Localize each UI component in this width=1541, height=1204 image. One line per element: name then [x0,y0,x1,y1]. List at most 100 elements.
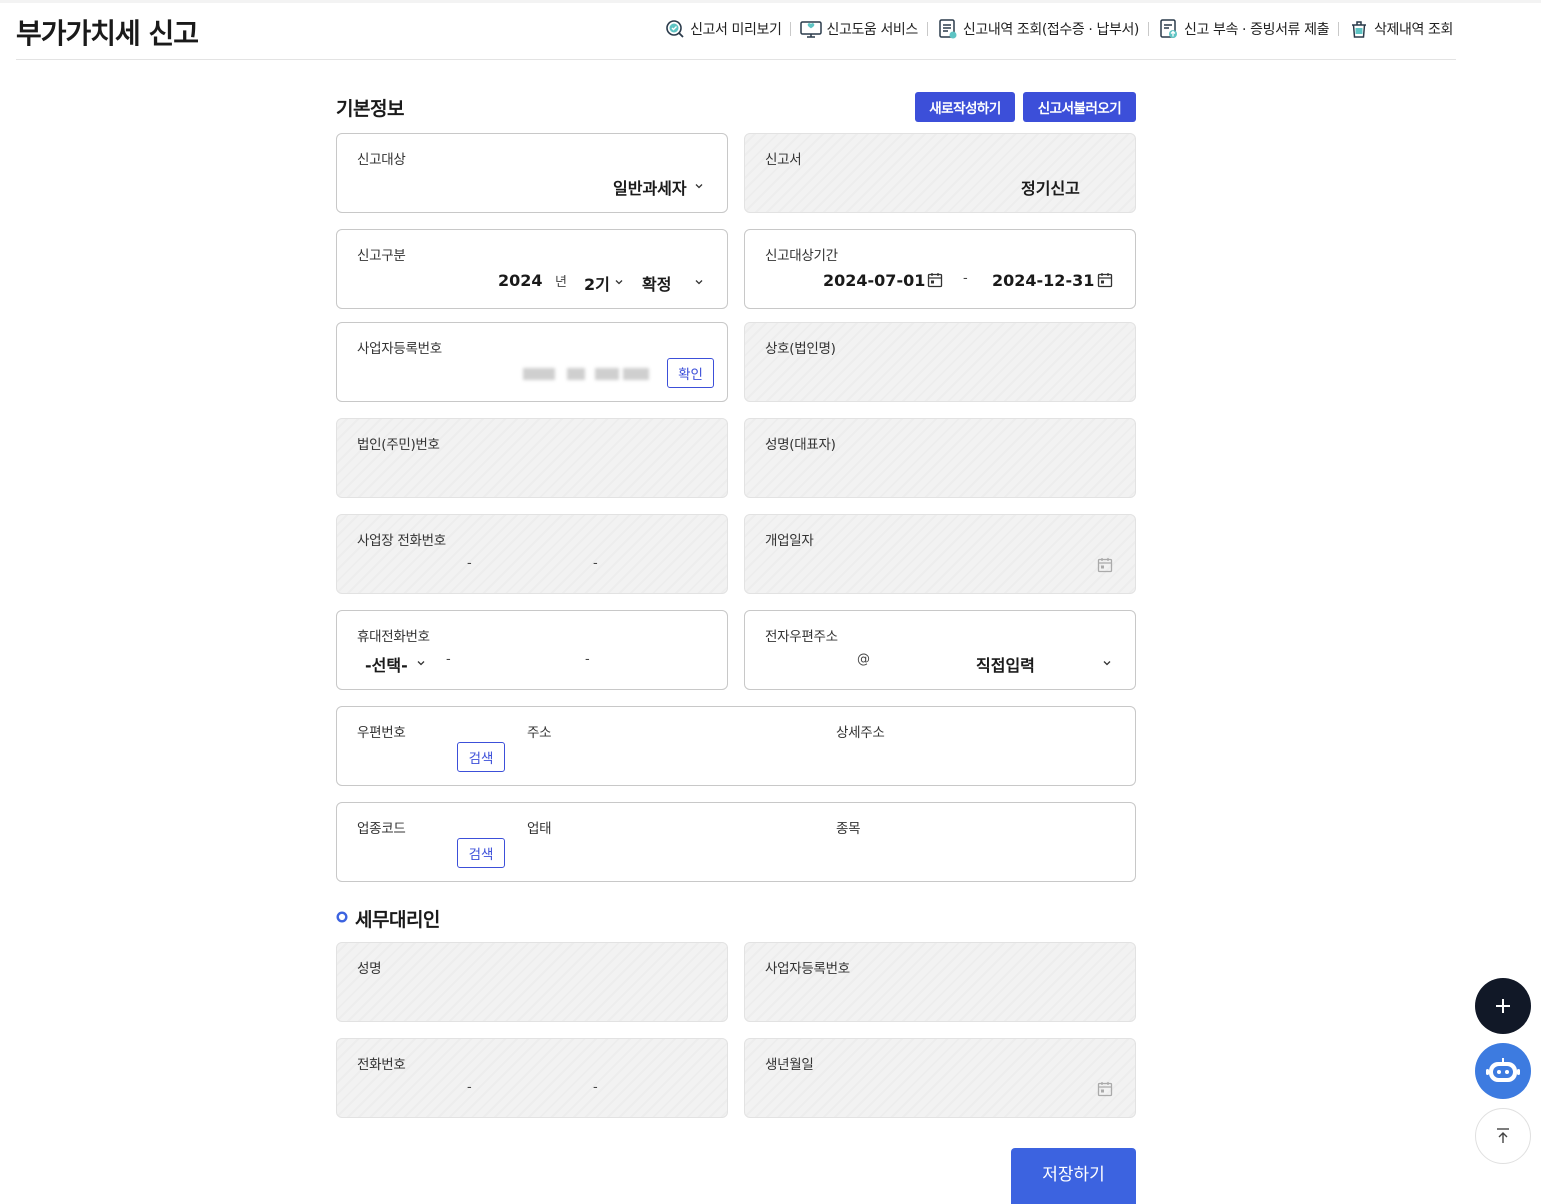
toplink-label: 신고 부속 · 증빙서류 제출 [1184,22,1330,38]
agent-birth-label: 생년월일 [765,1057,814,1073]
trash-icon [1348,18,1370,40]
email-at: @ [857,652,870,667]
scroll-top-button[interactable] [1475,1108,1531,1164]
industry-code-label: 업종코드 [357,821,406,837]
document-list-icon [937,18,959,40]
biz-phone-label: 사업장 전화번호 [357,533,446,549]
type-select[interactable]: 확정 [642,271,671,295]
category-card: 신고구분 2024 년 2기 확정 [336,229,728,309]
biz-phone-card: 사업장 전화번호 - - [336,514,728,594]
agent-name-label: 성명 [357,961,382,977]
address-card: 우편번호 검색 주소 상세주소 [336,706,1136,786]
attachment-submit-link[interactable]: 신고 부속 · 증빙서류 제출 [1158,18,1329,40]
plus-icon [1496,999,1510,1013]
address-search-button[interactable]: 검색 [457,742,505,772]
biz-no-label: 사업자등록번호 [357,341,442,357]
arrow-up-icon [1497,1128,1509,1143]
divider [790,22,792,36]
calendar-icon [1097,1082,1113,1097]
category-label: 신고구분 [357,248,406,264]
search-check-icon [664,18,686,40]
open-date-label: 개업일자 [765,533,814,549]
page-header: 부가가치세 신고 신고서 미리보기 신고도움 서비스 신고내역 조회(접수증 ·… [16,0,1456,60]
period-range-label: 신고대상기간 [765,248,838,264]
mobile-label: 휴대전화번호 [357,629,430,645]
target-select[interactable]: 일반과세자 [613,175,687,199]
biz-no-redacted[interactable] [523,368,555,380]
toplink-label: 신고내역 조회(접수증 · 납부서) [962,22,1139,38]
calendar-icon[interactable] [1097,272,1113,288]
help-service-link[interactable]: 신고도움 서비스 [800,18,918,40]
chevron-down-icon [1103,661,1111,666]
form-value: 정기신고 [1021,179,1080,198]
monitor-heart-icon [800,18,823,40]
start-date-input[interactable]: 2024-07-01 [823,271,925,290]
email-domain-select[interactable]: 직접입력 [976,652,1035,676]
mobile-prefix-select[interactable]: -선택- [365,652,408,676]
new-form-button[interactable]: 새로작성하기 [915,92,1015,122]
mobile-dash: - [585,652,590,667]
zip-label: 우편번호 [357,725,406,741]
history-link[interactable]: 신고내역 조회(접수증 · 납부서) [937,18,1139,40]
date-range-dash: - [963,271,968,286]
top-links: 신고서 미리보기 신고도움 서비스 신고내역 조회(접수증 · 납부서) 신고 … [664,18,1453,40]
detail-address-label: 상세주소 [836,725,885,741]
email-label: 전자우편주소 [765,629,838,645]
biz-no-redacted[interactable] [567,368,585,380]
agent-phone-label: 전화번호 [357,1057,406,1073]
biz-no-redacted[interactable] [623,368,649,380]
year-unit: 년 [555,275,567,290]
chatbot-button[interactable] [1475,1043,1531,1099]
industry-card: 업종코드 검색 업태 종목 [336,802,1136,882]
email-card: 전자우편주소 @ 직접입력 [744,610,1136,690]
address-label: 주소 [527,725,552,741]
year-input[interactable]: 2024 [498,271,543,290]
document-upload-icon [1158,18,1180,40]
rep-name-label: 성명(대표자) [765,437,836,453]
corp-no-card: 법인(주민)번호 [336,418,728,498]
save-button[interactable]: 저장하기 [1011,1148,1136,1204]
page-title: 부가가치세 신고 [16,17,199,50]
load-form-button[interactable]: 신고서불러오기 [1023,92,1136,122]
target-label: 신고대상 [357,152,406,168]
rep-name-card: 성명(대표자) [744,418,1136,498]
chevron-down-icon [695,280,703,285]
robot-icon [1486,1058,1520,1082]
industry-search-button[interactable]: 검색 [457,838,505,868]
deleted-history-link[interactable]: 삭제내역 조회 [1348,18,1453,40]
mobile-card: 휴대전화번호 -선택- - - [336,610,728,690]
phone-dash: - [467,556,472,571]
phone-dash: - [593,1080,598,1095]
period-select[interactable]: 2기 [584,271,610,295]
chevron-down-icon [417,661,425,666]
end-date-input[interactable]: 2024-12-31 [992,271,1094,290]
biz-no-card: 사업자등록번호 확인 [336,322,728,402]
agent-phone-card: 전화번호 - - [336,1038,728,1118]
corp-no-label: 법인(주민)번호 [357,437,440,453]
business-type-label: 업태 [527,821,552,837]
open-date-card: 개업일자 [744,514,1136,594]
toplink-label: 신고서 미리보기 [690,22,782,38]
phone-dash: - [467,1080,472,1095]
preview-link[interactable]: 신고서 미리보기 [664,18,782,40]
business-item-label: 종목 [836,821,861,837]
agent-biz-no-label: 사업자등록번호 [765,961,850,977]
divider [926,22,928,36]
plus-button[interactable] [1475,978,1531,1034]
agent-birth-card: 생년월일 [744,1038,1136,1118]
target-card: 신고대상 일반과세자 [336,133,728,213]
agent-name-card: 성명 [336,942,728,1022]
agent-biz-no-card: 사업자등록번호 [744,942,1136,1022]
phone-dash: - [593,556,598,571]
form-card: 신고서 정기신고 [744,133,1136,213]
mobile-dash: - [446,652,451,667]
circle-bullet-icon [336,911,348,923]
divider [1338,22,1340,36]
company-card: 상호(법인명) [744,322,1136,402]
calendar-icon[interactable] [927,272,943,288]
biz-no-redacted[interactable] [595,368,619,380]
chevron-down-icon [695,184,703,189]
confirm-button[interactable]: 확인 [667,358,714,388]
toplink-label: 삭제내역 조회 [1374,22,1453,38]
divider [1148,22,1149,36]
